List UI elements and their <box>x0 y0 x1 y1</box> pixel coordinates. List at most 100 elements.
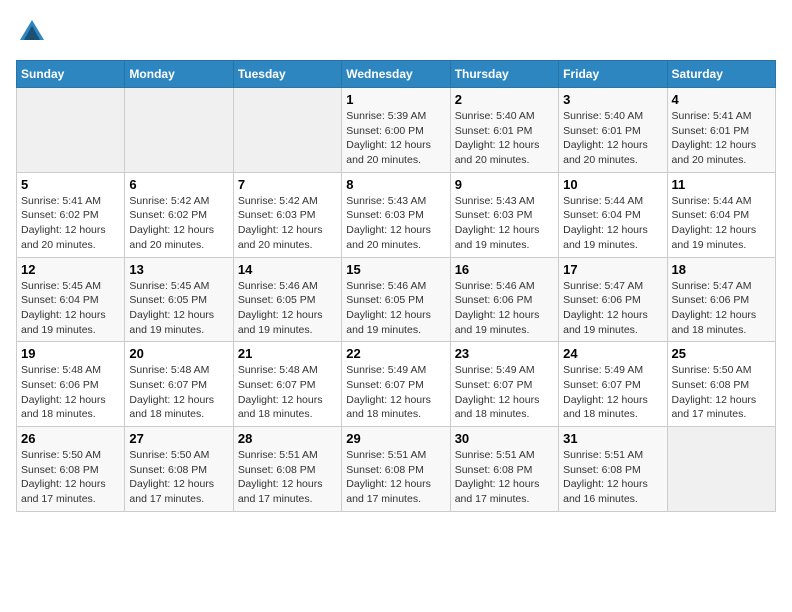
day-info: Sunrise: 5:49 AM Sunset: 6:07 PM Dayligh… <box>563 363 662 422</box>
day-cell: 5Sunrise: 5:41 AM Sunset: 6:02 PM Daylig… <box>17 172 125 257</box>
day-cell: 18 Sunrise: 5:47 AM Sunset: 6:06 PM Dayli… <box>667 257 775 342</box>
day-cell: 29 Sunrise: 5:51 AM Sunset: 6:08 PM Dayli… <box>342 427 450 512</box>
day-number: 23 <box>455 346 554 361</box>
day-cell <box>667 427 775 512</box>
weekday-header-wednesday: Wednesday <box>342 61 450 88</box>
day-cell: 12 Sunrise: 5:45 AM Sunset: 6:04 PM Dayli… <box>17 257 125 342</box>
calendar-table: SundayMondayTuesdayWednesdayThursdayFrid… <box>16 60 776 512</box>
day-number: 4 <box>672 92 771 107</box>
day-info: Sunrise: 5:45 AM Sunset: 6:04 PM Dayligh… <box>21 279 120 338</box>
day-info: Sunrise: 5:44 AM Sunset: 6:04 PM Dayligh… <box>563 194 662 253</box>
day-number: 6 <box>129 177 228 192</box>
day-number: 20 <box>129 346 228 361</box>
day-number: 2 <box>455 92 554 107</box>
day-cell: 9 Sunrise: 5:43 AM Sunset: 6:03 PM Daylig… <box>450 172 558 257</box>
day-number: 17 <box>563 262 662 277</box>
day-cell: 23 Sunrise: 5:49 AM Sunset: 6:07 PM Dayli… <box>450 342 558 427</box>
calendar-body: 1 Sunrise: 5:39 AM Sunset: 6:00 PM Daylig… <box>17 88 776 512</box>
day-info: Sunrise: 5:40 AM Sunset: 6:01 PM Dayligh… <box>563 109 662 168</box>
day-cell: 17 Sunrise: 5:47 AM Sunset: 6:06 PM Dayli… <box>559 257 667 342</box>
week-row-2: 5Sunrise: 5:41 AM Sunset: 6:02 PM Daylig… <box>17 172 776 257</box>
logo-icon <box>16 16 48 48</box>
week-row-3: 12 Sunrise: 5:45 AM Sunset: 6:04 PM Dayli… <box>17 257 776 342</box>
day-info: Sunrise: 5:49 AM Sunset: 6:07 PM Dayligh… <box>346 363 445 422</box>
page-header <box>16 16 776 48</box>
day-cell: 22 Sunrise: 5:49 AM Sunset: 6:07 PM Dayli… <box>342 342 450 427</box>
day-cell: 13 Sunrise: 5:45 AM Sunset: 6:05 PM Dayli… <box>125 257 233 342</box>
day-cell: 3 Sunrise: 5:40 AM Sunset: 6:01 PM Daylig… <box>559 88 667 173</box>
day-cell: 8 Sunrise: 5:43 AM Sunset: 6:03 PM Daylig… <box>342 172 450 257</box>
day-cell: 26 Sunrise: 5:50 AM Sunset: 6:08 PM Dayli… <box>17 427 125 512</box>
day-number: 29 <box>346 431 445 446</box>
day-number: 1 <box>346 92 445 107</box>
weekday-header-friday: Friday <box>559 61 667 88</box>
day-cell: 14 Sunrise: 5:46 AM Sunset: 6:05 PM Dayli… <box>233 257 341 342</box>
day-cell: 19Sunrise: 5:48 AM Sunset: 6:06 PM Dayli… <box>17 342 125 427</box>
day-number: 30 <box>455 431 554 446</box>
day-cell <box>17 88 125 173</box>
day-cell: 20 Sunrise: 5:48 AM Sunset: 6:07 PM Dayli… <box>125 342 233 427</box>
day-cell: 11 Sunrise: 5:44 AM Sunset: 6:04 PM Dayli… <box>667 172 775 257</box>
day-number: 28 <box>238 431 337 446</box>
weekday-header-tuesday: Tuesday <box>233 61 341 88</box>
day-info: Sunrise: 5:41 AM Sunset: 6:02 PM Dayligh… <box>21 194 120 253</box>
day-cell: 21Sunrise: 5:48 AM Sunset: 6:07 PM Dayli… <box>233 342 341 427</box>
day-cell: 7 Sunrise: 5:42 AM Sunset: 6:03 PM Daylig… <box>233 172 341 257</box>
day-number: 8 <box>346 177 445 192</box>
day-info: Sunrise: 5:51 AM Sunset: 6:08 PM Dayligh… <box>346 448 445 507</box>
day-cell: 16Sunrise: 5:46 AM Sunset: 6:06 PM Dayli… <box>450 257 558 342</box>
day-number: 15 <box>346 262 445 277</box>
day-info: Sunrise: 5:46 AM Sunset: 6:05 PM Dayligh… <box>346 279 445 338</box>
day-cell: 24 Sunrise: 5:49 AM Sunset: 6:07 PM Dayli… <box>559 342 667 427</box>
day-number: 21 <box>238 346 337 361</box>
week-row-4: 19Sunrise: 5:48 AM Sunset: 6:06 PM Dayli… <box>17 342 776 427</box>
weekday-header-thursday: Thursday <box>450 61 558 88</box>
day-cell: 25Sunrise: 5:50 AM Sunset: 6:08 PM Dayli… <box>667 342 775 427</box>
day-number: 9 <box>455 177 554 192</box>
day-info: Sunrise: 5:44 AM Sunset: 6:04 PM Dayligh… <box>672 194 771 253</box>
day-number: 3 <box>563 92 662 107</box>
day-cell: 15 Sunrise: 5:46 AM Sunset: 6:05 PM Dayli… <box>342 257 450 342</box>
day-info: Sunrise: 5:46 AM Sunset: 6:06 PM Dayligh… <box>455 279 554 338</box>
weekday-row: SundayMondayTuesdayWednesdayThursdayFrid… <box>17 61 776 88</box>
day-number: 18 <box>672 262 771 277</box>
day-cell <box>125 88 233 173</box>
day-number: 7 <box>238 177 337 192</box>
day-info: Sunrise: 5:41 AM Sunset: 6:01 PM Dayligh… <box>672 109 771 168</box>
week-row-5: 26 Sunrise: 5:50 AM Sunset: 6:08 PM Dayli… <box>17 427 776 512</box>
day-cell: 27Sunrise: 5:50 AM Sunset: 6:08 PM Dayli… <box>125 427 233 512</box>
day-number: 13 <box>129 262 228 277</box>
weekday-header-sunday: Sunday <box>17 61 125 88</box>
day-number: 26 <box>21 431 120 446</box>
calendar-header: SundayMondayTuesdayWednesdayThursdayFrid… <box>17 61 776 88</box>
day-cell <box>233 88 341 173</box>
day-info: Sunrise: 5:50 AM Sunset: 6:08 PM Dayligh… <box>129 448 228 507</box>
day-info: Sunrise: 5:46 AM Sunset: 6:05 PM Dayligh… <box>238 279 337 338</box>
weekday-header-monday: Monday <box>125 61 233 88</box>
day-info: Sunrise: 5:47 AM Sunset: 6:06 PM Dayligh… <box>563 279 662 338</box>
weekday-header-saturday: Saturday <box>667 61 775 88</box>
day-number: 12 <box>21 262 120 277</box>
day-info: Sunrise: 5:42 AM Sunset: 6:03 PM Dayligh… <box>238 194 337 253</box>
day-cell: 2Sunrise: 5:40 AM Sunset: 6:01 PM Daylig… <box>450 88 558 173</box>
day-info: Sunrise: 5:48 AM Sunset: 6:06 PM Dayligh… <box>21 363 120 422</box>
logo <box>16 16 54 48</box>
day-info: Sunrise: 5:49 AM Sunset: 6:07 PM Dayligh… <box>455 363 554 422</box>
day-info: Sunrise: 5:42 AM Sunset: 6:02 PM Dayligh… <box>129 194 228 253</box>
day-cell: 10 Sunrise: 5:44 AM Sunset: 6:04 PM Dayli… <box>559 172 667 257</box>
day-number: 11 <box>672 177 771 192</box>
day-number: 22 <box>346 346 445 361</box>
day-number: 10 <box>563 177 662 192</box>
day-info: Sunrise: 5:51 AM Sunset: 6:08 PM Dayligh… <box>455 448 554 507</box>
week-row-1: 1 Sunrise: 5:39 AM Sunset: 6:00 PM Daylig… <box>17 88 776 173</box>
day-number: 14 <box>238 262 337 277</box>
day-info: Sunrise: 5:47 AM Sunset: 6:06 PM Dayligh… <box>672 279 771 338</box>
day-info: Sunrise: 5:45 AM Sunset: 6:05 PM Dayligh… <box>129 279 228 338</box>
day-info: Sunrise: 5:50 AM Sunset: 6:08 PM Dayligh… <box>21 448 120 507</box>
day-info: Sunrise: 5:43 AM Sunset: 6:03 PM Dayligh… <box>346 194 445 253</box>
day-number: 24 <box>563 346 662 361</box>
day-info: Sunrise: 5:48 AM Sunset: 6:07 PM Dayligh… <box>129 363 228 422</box>
day-info: Sunrise: 5:43 AM Sunset: 6:03 PM Dayligh… <box>455 194 554 253</box>
day-info: Sunrise: 5:39 AM Sunset: 6:00 PM Dayligh… <box>346 109 445 168</box>
day-cell: 30 Sunrise: 5:51 AM Sunset: 6:08 PM Dayli… <box>450 427 558 512</box>
